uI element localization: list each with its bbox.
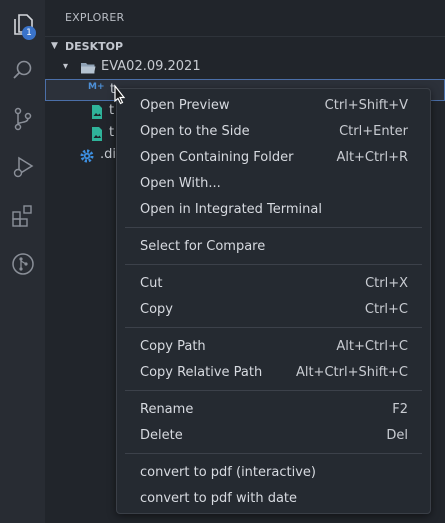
menu-item-cut[interactable]: Cut Ctrl+X — [117, 271, 430, 297]
menu-separator — [125, 227, 422, 228]
folder-row[interactable]: ▾ EVA02.09.2021 — [45, 57, 445, 79]
menu-item-label: convert to pdf (interactive) — [140, 465, 316, 480]
menu-item-shortcut: Ctrl+C — [364, 302, 408, 317]
search-activity-button[interactable] — [0, 48, 45, 92]
explorer-badge: 1 — [22, 26, 36, 40]
menu-item-convert-pdf-interactive[interactable]: convert to pdf (interactive) — [117, 460, 430, 486]
menu-item-label: Open in Integrated Terminal — [140, 202, 322, 217]
file-name: t — [109, 125, 115, 140]
run-debug-icon — [13, 156, 33, 178]
image-icon — [89, 126, 105, 142]
folder-open-icon — [80, 60, 96, 76]
activity-bar: 1 — [0, 0, 45, 523]
vscode-window: 1 EXPLORER ▼ DESKTOP ▾ EVA02.09.2021 M+ … — [0, 0, 445, 523]
gear-icon — [79, 148, 95, 164]
menu-item-label: Rename — [140, 402, 194, 417]
menu-item-shortcut: Ctrl+Shift+V — [324, 98, 408, 113]
menu-item-copy-path[interactable]: Copy Path Alt+Ctrl+C — [117, 334, 430, 360]
menu-item-shortcut: Del — [386, 428, 408, 443]
menu-item-label: Open Preview — [140, 98, 230, 113]
menu-item-label: convert to pdf with date — [140, 491, 298, 506]
menu-item-label: Select for Compare — [140, 239, 266, 254]
menu-item-label: Open to the Side — [140, 124, 250, 139]
file-name: .di — [100, 147, 116, 162]
chevron-down-icon: ▾ — [63, 61, 69, 72]
menu-item-shortcut: Ctrl+X — [365, 276, 408, 291]
menu-item-label: Cut — [140, 276, 163, 291]
extensions-icon — [11, 205, 32, 227]
menu-item-shortcut: F2 — [392, 402, 408, 417]
menu-item-shortcut: Alt+Ctrl+C — [336, 339, 408, 354]
menu-item-rename[interactable]: Rename F2 — [117, 397, 430, 423]
menu-item-label: Copy Relative Path — [140, 365, 263, 380]
menu-separator — [125, 327, 422, 328]
menu-item-select-for-compare[interactable]: Select for Compare — [117, 234, 430, 260]
image-icon — [89, 104, 105, 120]
menu-item-label: Copy — [140, 302, 173, 317]
menu-item-open-to-side[interactable]: Open to the Side Ctrl+Enter — [117, 119, 430, 145]
menu-item-label: Open With... — [140, 176, 221, 191]
run-debug-activity-button[interactable] — [0, 145, 45, 189]
menu-item-label: Open Containing Folder — [140, 150, 294, 165]
menu-item-delete[interactable]: Delete Del — [117, 423, 430, 449]
menu-item-convert-pdf-with-date[interactable]: convert to pdf with date — [117, 486, 430, 512]
section-label: DESKTOP — [65, 40, 124, 53]
source-control-activity-button[interactable] — [0, 97, 45, 141]
menu-item-copy-relative-path[interactable]: Copy Relative Path Alt+Ctrl+Shift+C — [117, 360, 430, 386]
explorer-title: EXPLORER — [65, 11, 125, 24]
git-graph-activity-button[interactable] — [0, 242, 45, 286]
menu-item-shortcut: Ctrl+Enter — [339, 124, 408, 139]
source-control-icon — [14, 107, 31, 131]
git-graph-icon — [11, 253, 34, 275]
menu-item-copy[interactable]: Copy Ctrl+C — [117, 297, 430, 323]
menu-item-label: Copy Path — [140, 339, 206, 354]
context-menu: Open Preview Ctrl+Shift+V Open to the Si… — [116, 88, 431, 514]
menu-item-open-in-terminal[interactable]: Open in Integrated Terminal — [117, 197, 430, 223]
chevron-down-icon: ▼ — [51, 41, 58, 51]
menu-item-label: Delete — [140, 428, 183, 443]
menu-separator — [125, 390, 422, 391]
menu-item-open-preview[interactable]: Open Preview Ctrl+Shift+V — [117, 93, 430, 119]
folder-name: EVA02.09.2021 — [101, 59, 201, 74]
search-icon — [12, 60, 31, 79]
mouse-cursor-icon — [114, 84, 126, 105]
menu-item-open-containing-folder[interactable]: Open Containing Folder Alt+Ctrl+R — [117, 145, 430, 171]
menu-item-shortcut: Alt+Ctrl+R — [336, 150, 408, 165]
extensions-activity-button[interactable] — [0, 194, 45, 238]
menu-separator — [125, 453, 422, 454]
menu-item-open-with[interactable]: Open With... — [117, 171, 430, 197]
section-header-desktop[interactable]: ▼ DESKTOP — [45, 36, 445, 57]
explorer-activity-button[interactable]: 1 — [0, 2, 45, 46]
markdown-icon: M+ — [88, 82, 105, 92]
menu-separator — [125, 264, 422, 265]
menu-item-shortcut: Alt+Ctrl+Shift+C — [295, 365, 408, 380]
